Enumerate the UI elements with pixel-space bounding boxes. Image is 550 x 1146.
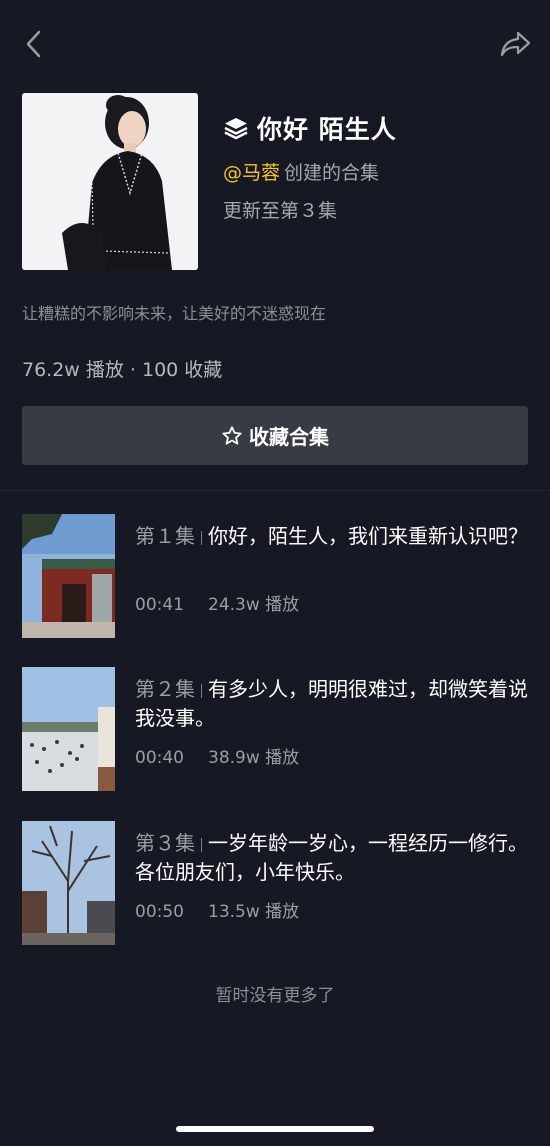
episode-item-1[interactable]: 第１集 你好，陌生人，我们来重新认识吧？ 00:41 24.3w 播放 (22, 514, 528, 638)
no-more-text: 暂时没有更多了 (215, 986, 335, 1006)
back-button[interactable] (14, 24, 54, 64)
episode-duration: 00:50 (135, 902, 184, 922)
creator-line: @马蓉 创建的合集 (223, 158, 379, 185)
creator-suffix: 创建的合集 (284, 162, 380, 184)
collection-description: 让糟糕的不影响未来，让美好的不迷惑现在 (22, 304, 327, 323)
chevron-left-icon (26, 30, 41, 58)
layers-icon (224, 118, 248, 140)
star-outline-icon (222, 425, 242, 445)
episode-meta: 00:50 13.5w 播放 (135, 897, 299, 922)
collection-cover-image (22, 93, 198, 270)
collection-title-row: 你好 陌生人 (223, 110, 397, 146)
collection-title: 你好 陌生人 (257, 115, 397, 144)
share-arrow-icon (500, 31, 531, 57)
episode-meta: 00:40 38.9w 播放 (135, 743, 299, 768)
share-button[interactable] (496, 24, 536, 64)
favorite-button-label: 收藏合集 (249, 425, 329, 449)
separator (201, 530, 202, 545)
episode-title-line: 第２集 有多少人，明明很难过，却微笑着说我没事。 (135, 675, 530, 733)
episode-number: 第３集 (135, 831, 195, 855)
episode-duration: 00:41 (135, 595, 184, 615)
separator (201, 837, 202, 852)
episode-plays: 24.3w 播放 (208, 595, 300, 615)
collection-page: 你好 陌生人 @马蓉 创建的合集 更新至第３集 让糟糕的不影响未来，让美好的不迷惑… (0, 0, 550, 1146)
episode-meta: 00:41 24.3w 播放 (135, 590, 299, 615)
episode-title: 你好，陌生人，我们来重新认识吧？ (208, 524, 528, 548)
episode-duration: 00:40 (135, 748, 184, 768)
episode-item-2[interactable]: 第２集 有多少人，明明很难过，却微笑着说我没事。 00:40 38.9w 播放 (22, 667, 528, 791)
episode-thumbnail (22, 667, 115, 791)
episode-number: 第２集 (135, 677, 195, 701)
episode-title-line: 第３集 一岁年龄一岁心，一程经历一修行。各位朋友们，小年快乐。 (135, 829, 530, 887)
episode-item-3[interactable]: 第３集 一岁年龄一岁心，一程经历一修行。各位朋友们，小年快乐。 00:50 13.5… (22, 821, 528, 945)
episode-plays: 13.5w 播放 (208, 902, 300, 922)
collection-stats: 76.2w 播放 · 100 收藏 (22, 359, 223, 381)
favorite-collection-button[interactable]: 收藏合集 (22, 406, 528, 465)
home-indicator[interactable] (176, 1126, 374, 1132)
episode-thumbnail (22, 821, 115, 945)
creator-name-link[interactable]: @马蓉 (223, 162, 280, 184)
divider (0, 490, 550, 491)
episode-title-line: 第１集 你好，陌生人，我们来重新认识吧？ (135, 522, 530, 551)
separator (201, 683, 202, 698)
episode-thumbnail (22, 514, 115, 638)
episode-plays: 38.9w 播放 (208, 748, 300, 768)
update-status: 更新至第３集 (223, 200, 338, 222)
episode-number: 第１集 (135, 524, 195, 548)
